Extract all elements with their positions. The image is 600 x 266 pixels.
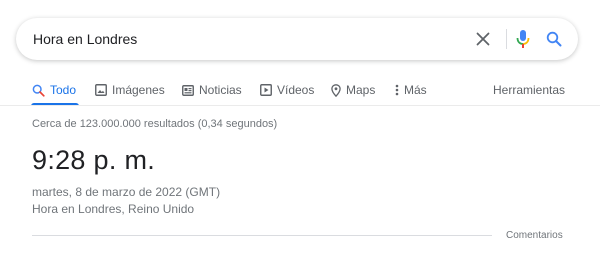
feedback-link[interactable]: Comentarios: [506, 230, 563, 241]
tab-label: Imágenes: [112, 83, 165, 97]
map-pin-icon: [331, 83, 341, 97]
search-tabs: Todo Imágenes Noticias Vídeos Maps Más H…: [0, 78, 600, 106]
tab-label: Todo: [50, 83, 77, 97]
tab-todo[interactable]: Todo: [32, 78, 76, 102]
microphone-icon: [516, 30, 530, 48]
search-button[interactable]: [543, 28, 565, 50]
tab-videos[interactable]: Vídeos: [260, 78, 314, 102]
tools-button[interactable]: Herramientas: [493, 78, 565, 102]
tab-label: Noticias: [199, 83, 242, 97]
tabs-divider: [0, 105, 600, 106]
more-vert-icon: [395, 84, 399, 96]
search-box[interactable]: [16, 18, 578, 60]
tab-label: Más: [404, 83, 427, 97]
result-stats: Cerca de 123.000.000 resultados (0,34 se…: [32, 118, 278, 130]
clear-button[interactable]: [472, 28, 494, 50]
time-location: Hora en Londres, Reino Unido: [32, 202, 195, 216]
close-icon: [476, 32, 490, 46]
feedback-divider: [32, 235, 492, 236]
search-box-divider: [506, 29, 507, 49]
tab-label: Vídeos: [277, 83, 315, 97]
tab-news[interactable]: Noticias: [182, 78, 242, 102]
tab-maps[interactable]: Maps: [331, 78, 375, 102]
search-input[interactable]: [33, 18, 453, 60]
voice-search-button[interactable]: [512, 28, 534, 50]
search-icon: [546, 31, 562, 47]
current-date: martes, 8 de marzo de 2022 (GMT): [32, 185, 221, 199]
video-icon: [260, 84, 272, 96]
tab-more[interactable]: Más: [395, 78, 427, 102]
tab-images[interactable]: Imágenes: [95, 78, 165, 102]
image-icon: [95, 84, 107, 96]
news-icon: [182, 84, 194, 96]
tab-label: Maps: [346, 83, 376, 97]
current-time: 9:28 p. m.: [32, 145, 156, 175]
tools-label: Herramientas: [493, 83, 566, 97]
search-icon: [32, 84, 45, 97]
